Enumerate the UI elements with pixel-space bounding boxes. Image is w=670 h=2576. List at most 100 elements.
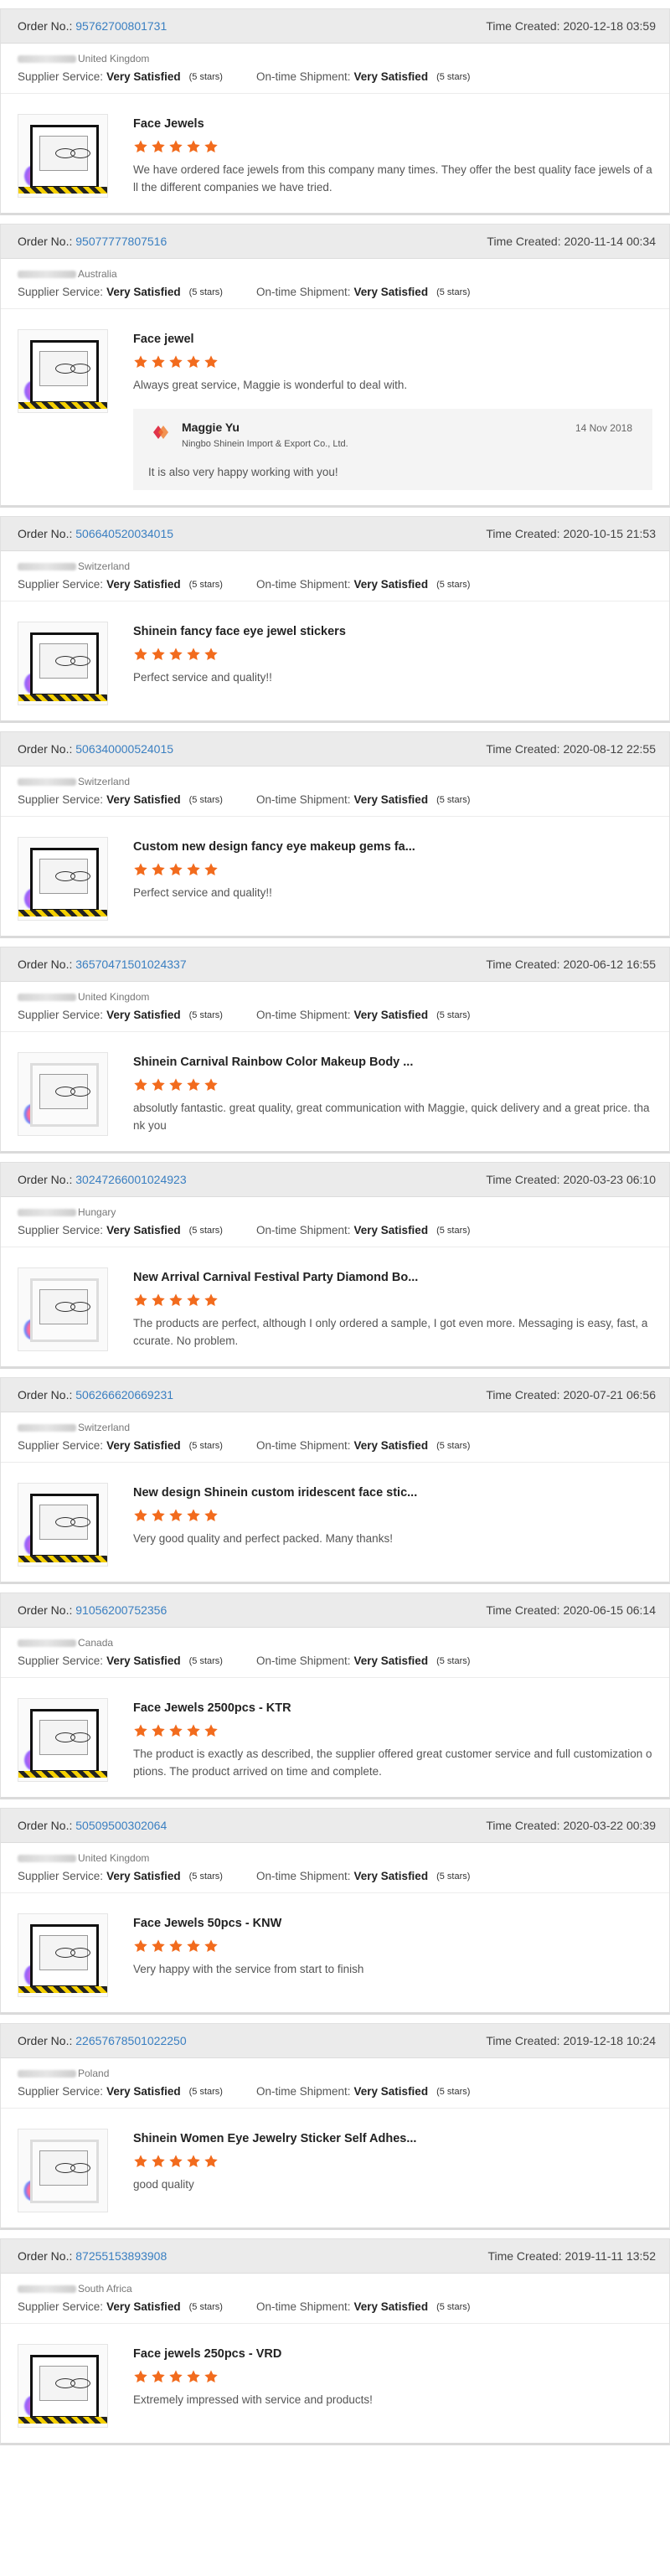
- star-icon: [133, 2369, 148, 2384]
- review-body: Custom new design fancy eye makeup gems …: [1, 817, 669, 936]
- supplier-service-stars: (5 stars): [188, 2086, 223, 2097]
- review-card-8: Order No.: 91056200752356 Time Created: …: [0, 1593, 670, 1799]
- shipment-rating: On-time Shipment: Very Satisfied (5 star…: [256, 1439, 470, 1452]
- product-name-link[interactable]: Shinein Carnival Rainbow Color Makeup Bo…: [133, 1056, 652, 1069]
- product-thumbnail[interactable]: [18, 329, 108, 413]
- supplier-service-stars: (5 stars): [188, 579, 223, 590]
- order-number: Order No.: 506266620669231: [18, 1388, 173, 1402]
- on-time-shipment-stars: (5 stars): [436, 2301, 471, 2312]
- on-time-shipment-value: Very Satisfied: [353, 1870, 429, 1882]
- star-icon: [168, 1077, 183, 1092]
- star-icon: [151, 1077, 166, 1092]
- rating-stars: [133, 139, 652, 154]
- review-body: Shinein Carnival Rainbow Color Makeup Bo…: [1, 1032, 669, 1151]
- order-no-link[interactable]: 506640520034015: [75, 527, 173, 540]
- order-header: Order No.: 36570471501024337 Time Create…: [1, 947, 669, 982]
- product-thumbnail[interactable]: [18, 1052, 108, 1136]
- product-name-link[interactable]: New Arrival Carnival Festival Party Diam…: [133, 1271, 652, 1284]
- order-no-link[interactable]: 36570471501024337: [75, 958, 186, 971]
- supplier-service-label: Supplier Service:: [18, 1439, 104, 1452]
- product-name-link[interactable]: Custom new design fancy eye makeup gems …: [133, 840, 652, 854]
- buyer-info: United Kingdom: [1, 1843, 669, 1865]
- star-icon: [151, 1723, 166, 1738]
- buyer-country: Hungary: [78, 1206, 116, 1218]
- star-icon: [168, 1723, 183, 1738]
- review-body: New Arrival Carnival Festival Party Diam…: [1, 1247, 669, 1366]
- product-thumbnail[interactable]: [18, 1913, 108, 1997]
- review-card-2: Order No.: 95077777807516 Time Created: …: [0, 224, 670, 508]
- product-name-link[interactable]: Face Jewels: [133, 117, 652, 131]
- product-name-link[interactable]: Shinein Women Eye Jewelry Sticker Self A…: [133, 2132, 652, 2145]
- on-time-shipment-label: On-time Shipment:: [255, 1009, 351, 1021]
- on-time-shipment-value: Very Satisfied: [353, 1439, 429, 1452]
- time-created: Time Created: 2020-03-23 06:10: [486, 1173, 656, 1186]
- order-no-link[interactable]: 506340000524015: [75, 742, 173, 756]
- product-thumbnail[interactable]: [18, 622, 108, 705]
- on-time-shipment-label: On-time Shipment:: [255, 1655, 351, 1667]
- order-no-link[interactable]: 30247266001024923: [75, 1173, 186, 1186]
- supplier-service-label: Supplier Service:: [18, 1009, 104, 1021]
- product-name-link[interactable]: Face jewel: [133, 333, 652, 346]
- star-icon: [151, 1508, 166, 1523]
- on-time-shipment-label: On-time Shipment:: [255, 578, 351, 591]
- product-thumbnail[interactable]: [18, 2344, 108, 2428]
- buyer-name-redacted: [18, 54, 76, 63]
- order-no-link[interactable]: 95077777807516: [75, 235, 167, 248]
- order-no-link[interactable]: 87255153893908: [75, 2249, 167, 2263]
- rating-stars: [133, 647, 652, 662]
- rating-stars: [133, 1723, 652, 1738]
- on-time-shipment-label: On-time Shipment:: [255, 286, 351, 298]
- time-created-label: Time Created:: [486, 958, 560, 971]
- star-icon: [204, 1938, 219, 1954]
- buyer-info: Hungary: [1, 1197, 669, 1219]
- time-created-value: 2020-06-12 16:55: [563, 958, 656, 971]
- shipment-rating: On-time Shipment: Very Satisfied (5 star…: [256, 1870, 470, 1882]
- product-thumbnail[interactable]: [18, 2129, 108, 2212]
- buyer-country: Switzerland: [78, 776, 131, 787]
- buyer-name-redacted: [18, 1423, 76, 1432]
- supplier-service-value: Very Satisfied: [106, 1009, 181, 1021]
- product-thumbnail[interactable]: [18, 1267, 108, 1351]
- review-body: Face jewels 250pcs - VRD Extremely impre…: [1, 2324, 669, 2443]
- on-time-shipment-value: Very Satisfied: [353, 70, 429, 83]
- order-no-link[interactable]: 22657678501022250: [75, 2034, 186, 2047]
- product-name-link[interactable]: New design Shinein custom iridescent fac…: [133, 1486, 652, 1500]
- order-no-link[interactable]: 95762700801731: [75, 19, 167, 33]
- order-no-link[interactable]: 91056200752356: [75, 1603, 167, 1617]
- order-no-link[interactable]: 50509500302064: [75, 1819, 167, 1832]
- product-name-link[interactable]: Face Jewels 50pcs - KNW: [133, 1917, 652, 1930]
- star-icon: [168, 1938, 183, 1954]
- star-icon: [204, 1508, 219, 1523]
- supplier-service-label: Supplier Service:: [18, 70, 104, 83]
- order-header: Order No.: 91056200752356 Time Created: …: [1, 1593, 669, 1628]
- time-created-label: Time Created:: [486, 1819, 560, 1832]
- product-name-link[interactable]: Face jewels 250pcs - VRD: [133, 2347, 652, 2361]
- review-body: Face Jewels 2500pcs - KTR The product is…: [1, 1678, 669, 1797]
- order-no-link[interactable]: 506266620669231: [75, 1388, 173, 1402]
- on-time-shipment-stars: (5 stars): [436, 1440, 471, 1451]
- product-name-link[interactable]: Shinein fancy face eye jewel stickers: [133, 625, 652, 638]
- order-no-label: Order No.:: [18, 958, 73, 971]
- supplier-ratings: Supplier Service: Very Satisfied (5 star…: [1, 788, 669, 817]
- order-number: Order No.: 95077777807516: [18, 235, 167, 248]
- order-no-label: Order No.:: [18, 235, 73, 248]
- product-thumbnail[interactable]: [18, 114, 108, 198]
- buyer-name-redacted: [18, 993, 76, 1001]
- time-created: Time Created: 2020-08-12 22:55: [486, 742, 656, 756]
- on-time-shipment-stars: (5 stars): [436, 1225, 471, 1236]
- product-thumbnail[interactable]: [18, 1698, 108, 1782]
- star-icon: [186, 354, 201, 369]
- star-icon: [204, 1293, 219, 1308]
- product-name-link[interactable]: Face Jewels 2500pcs - KTR: [133, 1701, 652, 1715]
- review-content: Face Jewels 2500pcs - KTR The product is…: [133, 1698, 652, 1782]
- buyer-info: Australia: [1, 259, 669, 281]
- reply-text: It is also very happy working with you!: [148, 466, 338, 478]
- review-comment: Very good quality and perfect packed. Ma…: [133, 1532, 393, 1545]
- buyer-country: South Africa: [78, 2283, 132, 2295]
- product-thumbnail[interactable]: [18, 837, 108, 921]
- on-time-shipment-value: Very Satisfied: [353, 2300, 429, 2313]
- buyer-country: United Kingdom: [78, 991, 150, 1003]
- star-icon: [151, 2369, 166, 2384]
- time-created-value: 2020-06-15 06:14: [563, 1603, 656, 1617]
- product-thumbnail[interactable]: [18, 1483, 108, 1567]
